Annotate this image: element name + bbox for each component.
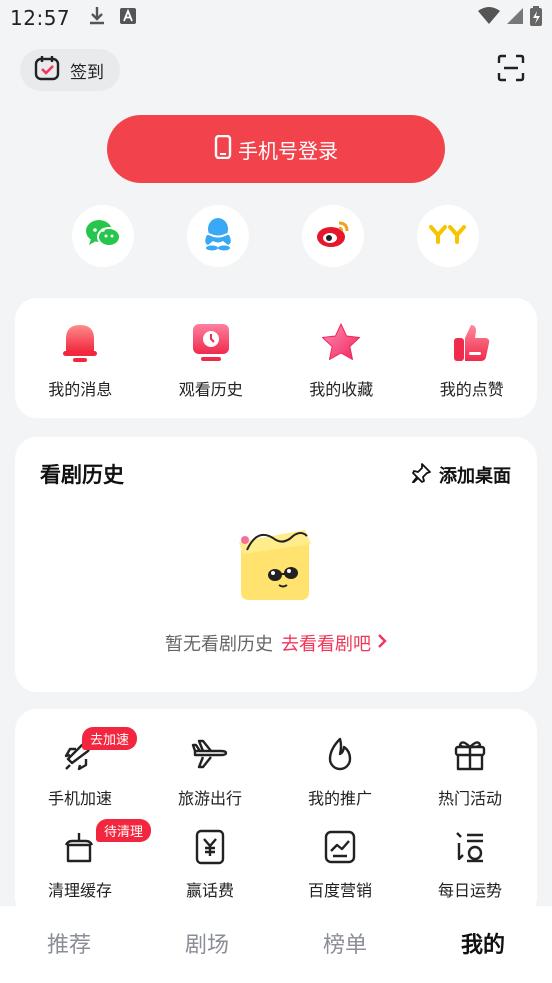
tool-label-phone-boost: 手机加速: [47, 789, 112, 808]
history-clock-icon: [191, 322, 231, 368]
tab-ranking[interactable]: 榜单: [276, 906, 414, 983]
star-icon: [320, 322, 362, 368]
download-icon: [88, 6, 106, 30]
clean-tag-badge: 待清理: [96, 819, 152, 842]
quick-label-messages: 我的消息: [48, 380, 113, 399]
chevron-right-icon: [377, 633, 387, 654]
checkin-label: 签到: [70, 62, 104, 83]
tool-win-credit[interactable]: 赢话费: [145, 829, 275, 901]
scan-button[interactable]: [490, 49, 532, 91]
quick-access-card: 我的消息 观看历史 我的收藏 我的点赞: [15, 298, 537, 418]
add-to-desktop-button[interactable]: 添加桌面: [411, 462, 511, 488]
status-bar: 12:57: [0, 0, 552, 36]
quick-label-likes: 我的点赞: [439, 380, 504, 399]
tool-hot-events[interactable]: 热门活动: [405, 737, 535, 809]
tab-recommend[interactable]: 推荐: [0, 906, 138, 983]
font-a-icon: [120, 8, 137, 28]
fortune-icon: [453, 829, 487, 869]
quick-label-favorites: 我的收藏: [309, 380, 374, 399]
go-watch-label: 去看看剧吧: [281, 634, 371, 655]
flame-icon: [324, 737, 356, 777]
boost-tag-badge: 去加速: [82, 727, 138, 750]
add-to-desktop-label: 添加桌面: [439, 466, 511, 487]
calendar-check-icon: [34, 55, 60, 86]
phone-login-button[interactable]: 手机号登录: [107, 115, 445, 183]
wifi-icon: [478, 7, 500, 29]
history-empty-state: 暂无看剧历史 去看看剧吧: [15, 522, 537, 656]
quick-item-favorites[interactable]: 我的收藏: [276, 298, 407, 418]
scan-icon: [497, 54, 525, 86]
tool-label-baidu-marketing: 百度营销: [307, 881, 372, 900]
weibo-login-button[interactable]: [302, 205, 364, 267]
tool-label-hot-events: 热门活动: [437, 789, 502, 808]
airplane-icon: [191, 737, 229, 777]
tool-travel[interactable]: 旅游出行: [145, 737, 275, 809]
social-login-row: [0, 205, 552, 267]
tools-card: 手机加速 去加速 旅游出行 我的推广 热门活动 清理缓存 待清理 赢话费 百度营…: [15, 709, 537, 919]
tool-clear-cache[interactable]: 清理缓存 待清理: [15, 819, 152, 901]
weibo-icon: [315, 219, 351, 253]
bell-icon: [61, 322, 99, 368]
tool-phone-boost[interactable]: 手机加速 去加速: [15, 727, 145, 809]
quick-item-messages[interactable]: 我的消息: [15, 298, 146, 418]
quick-item-likes[interactable]: 我的点赞: [407, 298, 538, 418]
qq-login-button[interactable]: [187, 205, 249, 267]
pin-icon: [411, 462, 431, 488]
yy-icon: [429, 223, 467, 249]
empty-history-text: 暂无看剧历史: [165, 634, 273, 655]
empty-box-mascot-icon: [233, 522, 319, 612]
broom-icon: [62, 829, 98, 869]
tool-label-travel: 旅游出行: [177, 789, 242, 808]
yy-login-button[interactable]: [417, 205, 479, 267]
tool-label-clear-cache: 清理缓存: [47, 881, 112, 900]
tool-promotion[interactable]: 我的推广: [275, 737, 405, 809]
battery-icon: [530, 6, 542, 30]
watch-history-card: 看剧历史 添加桌面 暂无看剧历史 去看看剧吧: [15, 437, 537, 692]
yen-card-icon: [194, 829, 226, 869]
tool-label-promotion: 我的推广: [307, 789, 372, 808]
tool-baidu-marketing[interactable]: 百度营销: [275, 829, 405, 901]
tool-label-daily-fortune: 每日运势: [437, 881, 502, 900]
quick-label-history: 观看历史: [178, 380, 243, 399]
status-time: 12:57: [10, 6, 71, 30]
tool-label-win-credit: 赢话费: [185, 881, 234, 900]
tab-mine[interactable]: 我的: [414, 906, 552, 983]
history-title: 看剧历史: [40, 463, 124, 487]
top-row: 签到: [20, 49, 532, 91]
signal-icon: [506, 7, 524, 29]
checkin-button[interactable]: 签到: [20, 49, 120, 91]
tool-daily-fortune[interactable]: 每日运势: [405, 829, 535, 901]
chart-card-icon: [323, 829, 357, 869]
phone-login-label: 手机号登录: [238, 138, 338, 163]
phone-icon: [214, 134, 232, 164]
gift-icon: [453, 737, 487, 777]
wechat-login-button[interactable]: [72, 205, 134, 267]
bottom-tab-bar: 推荐 剧场 榜单 我的: [0, 906, 552, 983]
tab-theater[interactable]: 剧场: [138, 906, 276, 983]
thumbs-up-icon: [451, 322, 493, 368]
quick-item-history[interactable]: 观看历史: [146, 298, 277, 418]
qq-icon: [203, 217, 233, 255]
go-watch-link[interactable]: 去看看剧吧: [281, 630, 387, 656]
wechat-icon: [85, 219, 121, 253]
